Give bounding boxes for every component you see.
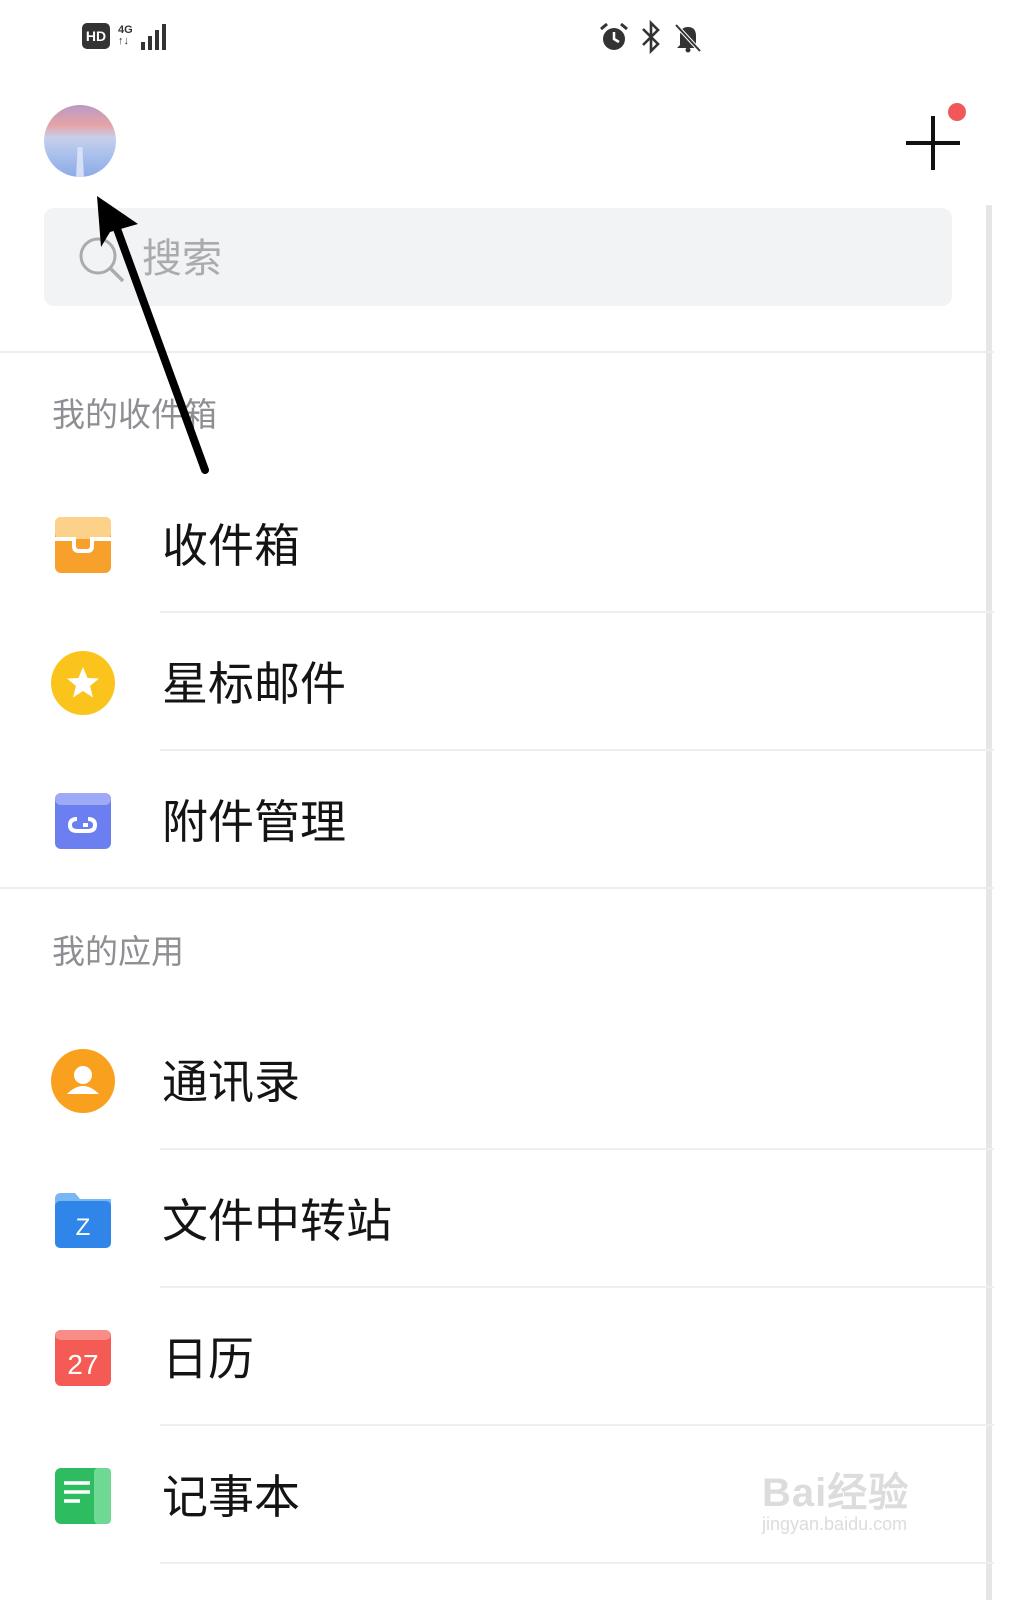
list-item-label: 通讯录 xyxy=(162,1055,300,1109)
divider xyxy=(160,1424,994,1426)
divider xyxy=(160,611,994,613)
svg-text:27: 27 xyxy=(67,1349,98,1380)
list-item-label: 收件箱 xyxy=(162,519,300,573)
list-item-label: 日历 xyxy=(162,1332,254,1386)
list-item-label: 文件中转站 xyxy=(162,1194,392,1248)
list-item-label: 星标邮件 xyxy=(162,657,346,711)
list-item-label: 附件管理 xyxy=(162,795,346,849)
star-icon xyxy=(51,651,115,715)
divider xyxy=(160,1148,994,1150)
status-bar: HD 4G ↑↓ xyxy=(0,0,1016,80)
calendar-icon: 27 xyxy=(55,1330,111,1386)
list-item-inbox[interactable]: 收件箱 xyxy=(0,476,994,612)
bluetooth-icon xyxy=(642,20,660,54)
svg-text:Z: Z xyxy=(76,1214,91,1241)
section-title-inbox: 我的收件箱 xyxy=(52,395,217,434)
list-item-starred[interactable]: 星标邮件 xyxy=(0,614,994,750)
list-item-label: 记事本 xyxy=(162,1470,300,1524)
attachment-icon xyxy=(55,793,111,849)
status-right xyxy=(598,20,704,54)
status-left: HD 4G ↑↓ xyxy=(82,22,166,50)
section-title-apps: 我的应用 xyxy=(52,932,184,971)
alarm-icon xyxy=(600,22,628,50)
bell-off-icon xyxy=(674,23,702,53)
divider xyxy=(160,1562,994,1564)
signal-icon xyxy=(140,22,166,50)
divider xyxy=(0,351,994,353)
divider xyxy=(0,887,994,889)
divider xyxy=(160,749,994,751)
list-item-contacts[interactable]: 通讯录 xyxy=(0,1012,994,1148)
list-item-attachments[interactable]: 附件管理 xyxy=(0,752,994,888)
plus-icon[interactable] xyxy=(906,116,960,170)
search-input[interactable]: 搜索 xyxy=(142,234,222,284)
avatar[interactable] xyxy=(44,105,116,177)
divider xyxy=(160,1286,994,1288)
network-type: 4G ↑↓ xyxy=(118,24,133,47)
watermark: Bai经验 jingyan.baidu.com xyxy=(762,1471,910,1534)
hd-icon: HD xyxy=(82,23,110,49)
folder-icon: Z xyxy=(55,1193,111,1248)
list-item-calendar[interactable]: 27 日历 xyxy=(0,1289,994,1425)
contacts-icon xyxy=(51,1049,115,1113)
search-icon xyxy=(79,237,125,283)
list-item-file-transfer[interactable]: Z 文件中转站 xyxy=(0,1151,994,1287)
inbox-icon xyxy=(55,517,111,573)
notepad-icon xyxy=(55,1468,111,1524)
notification-dot xyxy=(948,103,966,121)
